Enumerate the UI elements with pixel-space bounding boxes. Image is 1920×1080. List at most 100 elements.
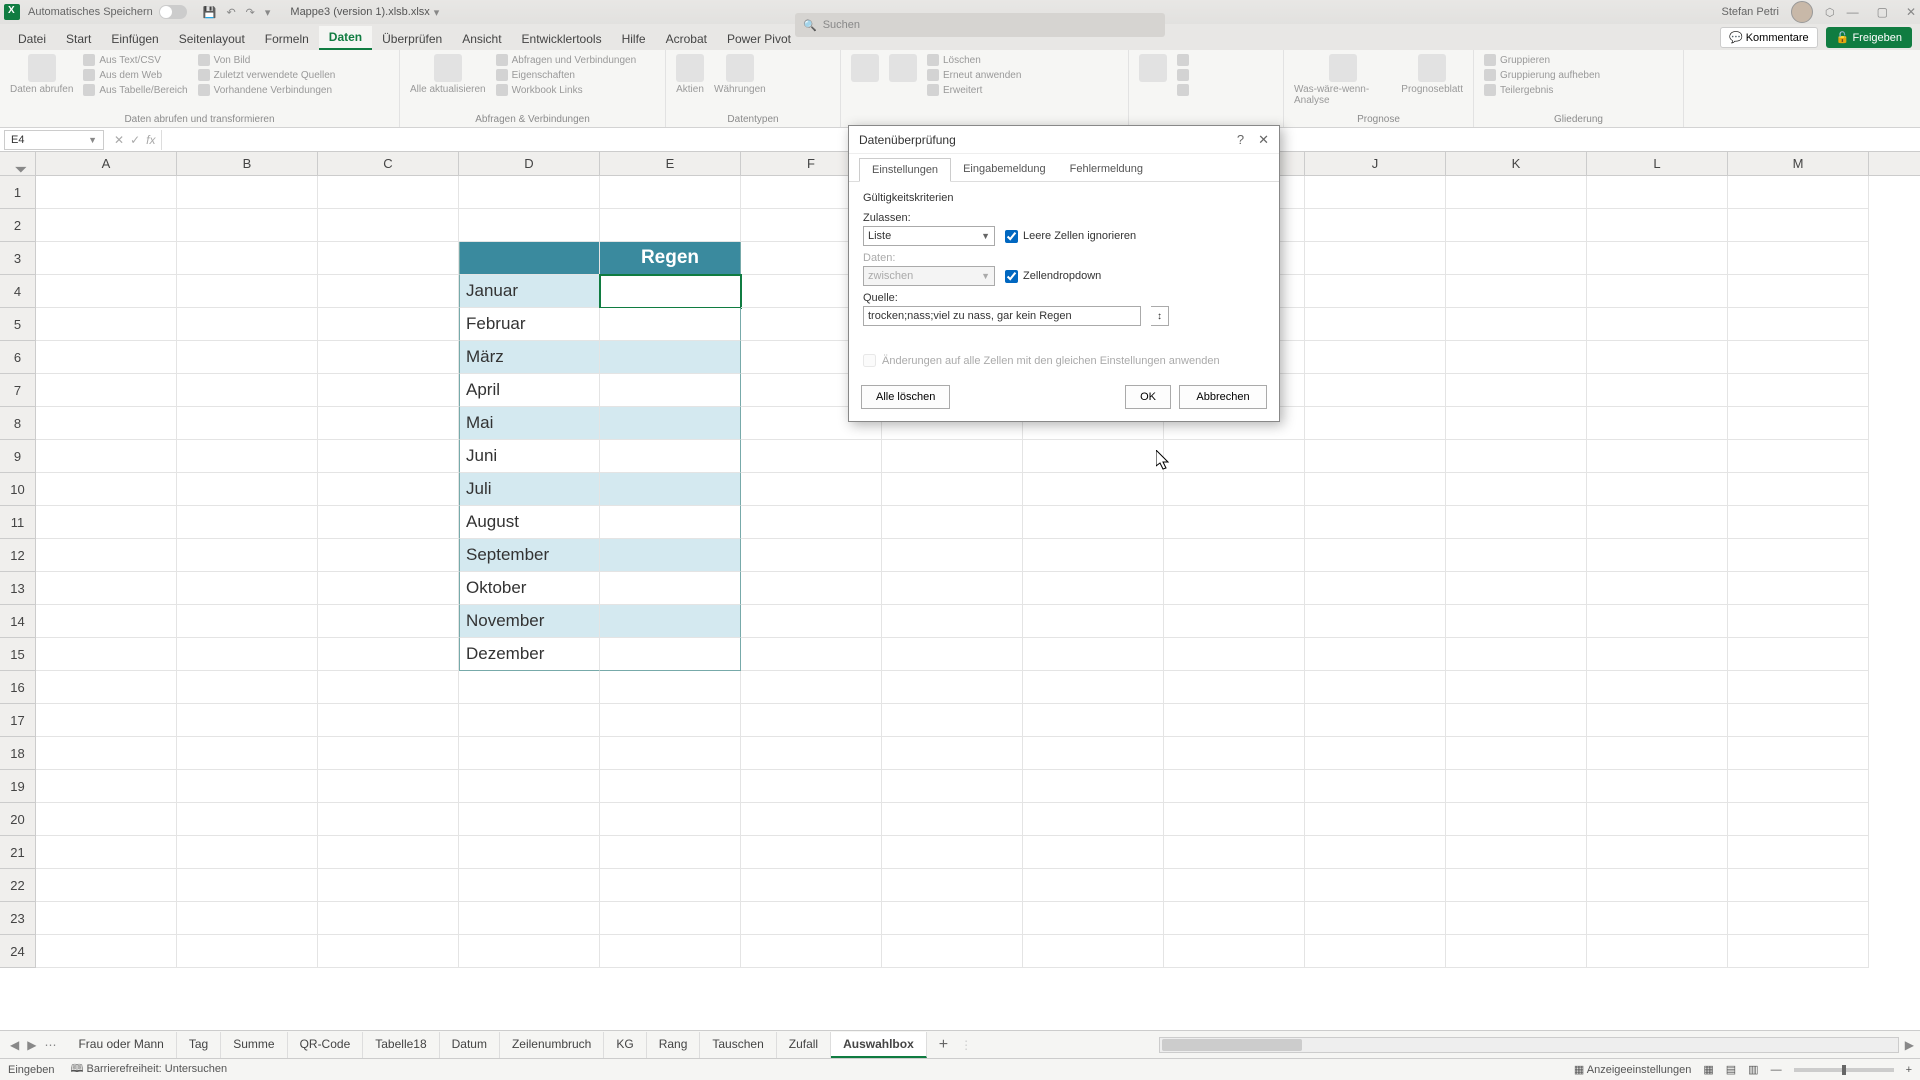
cell[interactable] <box>600 275 741 308</box>
cell[interactable] <box>741 869 882 902</box>
quelle-input[interactable]: trocken;nass;viel zu nass, gar kein Rege… <box>863 306 1141 326</box>
cell[interactable] <box>1164 473 1305 506</box>
tab-seitenlayout[interactable]: Seitenlayout <box>169 28 255 50</box>
cell[interactable] <box>1587 869 1728 902</box>
cell[interactable] <box>600 539 741 572</box>
cell[interactable] <box>1728 407 1869 440</box>
cell[interactable] <box>177 605 318 638</box>
cell[interactable] <box>1728 473 1869 506</box>
cell[interactable] <box>36 176 177 209</box>
row-header[interactable]: 19 <box>0 770 36 803</box>
waehrungen-button[interactable]: Währungen <box>714 54 766 95</box>
cell[interactable] <box>177 242 318 275</box>
cell[interactable] <box>1446 638 1587 671</box>
row-header[interactable]: 24 <box>0 935 36 968</box>
cell[interactable]: Oktober <box>459 572 600 605</box>
cell[interactable] <box>318 473 459 506</box>
row-header[interactable]: 8 <box>0 407 36 440</box>
cell[interactable] <box>177 308 318 341</box>
cell[interactable] <box>459 242 600 275</box>
cell[interactable] <box>1023 803 1164 836</box>
cell[interactable] <box>600 770 741 803</box>
cell[interactable] <box>318 506 459 539</box>
cell[interactable] <box>1587 737 1728 770</box>
cell[interactable] <box>882 539 1023 572</box>
cell[interactable] <box>1164 671 1305 704</box>
cell[interactable] <box>882 704 1023 737</box>
valid-icon[interactable] <box>1177 84 1189 96</box>
cell[interactable] <box>1587 539 1728 572</box>
cell[interactable] <box>882 440 1023 473</box>
sheet-more-icon[interactable]: ⋯ <box>44 1038 56 1052</box>
cell[interactable] <box>177 275 318 308</box>
cell[interactable] <box>741 704 882 737</box>
cell[interactable] <box>1587 209 1728 242</box>
cell[interactable] <box>1446 275 1587 308</box>
cell[interactable]: September <box>459 539 600 572</box>
flash-icon[interactable] <box>1177 54 1189 66</box>
cell[interactable] <box>318 605 459 638</box>
cell[interactable] <box>600 209 741 242</box>
loeschen[interactable]: Löschen <box>927 54 1021 66</box>
cell[interactable] <box>1023 605 1164 638</box>
cell[interactable] <box>1305 473 1446 506</box>
abfragen-verbindungen[interactable]: Abfragen und Verbindungen <box>496 54 637 66</box>
cell[interactable] <box>1023 473 1164 506</box>
col-header[interactable]: E <box>600 152 741 175</box>
cell[interactable] <box>741 440 882 473</box>
cell[interactable] <box>36 539 177 572</box>
sheet-tab[interactable]: Zufall <box>777 1032 831 1058</box>
cell[interactable] <box>1446 737 1587 770</box>
cell[interactable] <box>741 935 882 968</box>
cell[interactable] <box>882 902 1023 935</box>
cell[interactable] <box>1728 176 1869 209</box>
aus-dem-web[interactable]: Aus dem Web <box>83 69 187 81</box>
row-header[interactable]: 13 <box>0 572 36 605</box>
cell[interactable] <box>318 671 459 704</box>
cell[interactable]: Juni <box>459 440 600 473</box>
cell[interactable] <box>1446 374 1587 407</box>
cell[interactable] <box>318 836 459 869</box>
cell[interactable] <box>1305 638 1446 671</box>
col-header[interactable]: J <box>1305 152 1446 175</box>
cell[interactable] <box>600 836 741 869</box>
cell[interactable] <box>1023 671 1164 704</box>
cell[interactable] <box>1446 803 1587 836</box>
cell[interactable] <box>1305 440 1446 473</box>
new-sheet-icon[interactable]: + <box>927 1036 960 1054</box>
cell[interactable] <box>177 770 318 803</box>
autosave-toggle[interactable]: Automatisches Speichern <box>28 5 187 19</box>
cell[interactable] <box>318 638 459 671</box>
dup-icon[interactable] <box>1177 69 1189 81</box>
toggle-switch-icon[interactable] <box>159 5 187 19</box>
cell[interactable] <box>1728 275 1869 308</box>
cell[interactable] <box>882 506 1023 539</box>
cell[interactable] <box>741 737 882 770</box>
row-header[interactable]: 4 <box>0 275 36 308</box>
cell[interactable] <box>318 440 459 473</box>
cell[interactable] <box>177 473 318 506</box>
cell[interactable]: Mai <box>459 407 600 440</box>
cell[interactable] <box>177 638 318 671</box>
row-header[interactable]: 22 <box>0 869 36 902</box>
cell[interactable] <box>741 803 882 836</box>
cell[interactable] <box>600 638 741 671</box>
cell[interactable] <box>318 407 459 440</box>
erneut-anwenden[interactable]: Erneut anwenden <box>927 69 1021 81</box>
cell[interactable] <box>36 440 177 473</box>
dialog-tab-eingabemeldung[interactable]: Eingabemeldung <box>951 158 1058 181</box>
sheet-tab[interactable]: Summe <box>221 1032 287 1058</box>
cell[interactable] <box>1305 737 1446 770</box>
cell[interactable] <box>318 308 459 341</box>
cell[interactable] <box>1587 671 1728 704</box>
teilergebnis[interactable]: Teilergebnis <box>1484 84 1600 96</box>
cell[interactable] <box>459 737 600 770</box>
tab-einfuegen[interactable]: Einfügen <box>101 28 168 50</box>
cell[interactable] <box>600 374 741 407</box>
cell[interactable] <box>1446 704 1587 737</box>
cell[interactable] <box>1305 902 1446 935</box>
avatar[interactable] <box>1791 1 1813 23</box>
cell[interactable] <box>177 704 318 737</box>
cell[interactable] <box>1587 572 1728 605</box>
cell[interactable] <box>1446 836 1587 869</box>
